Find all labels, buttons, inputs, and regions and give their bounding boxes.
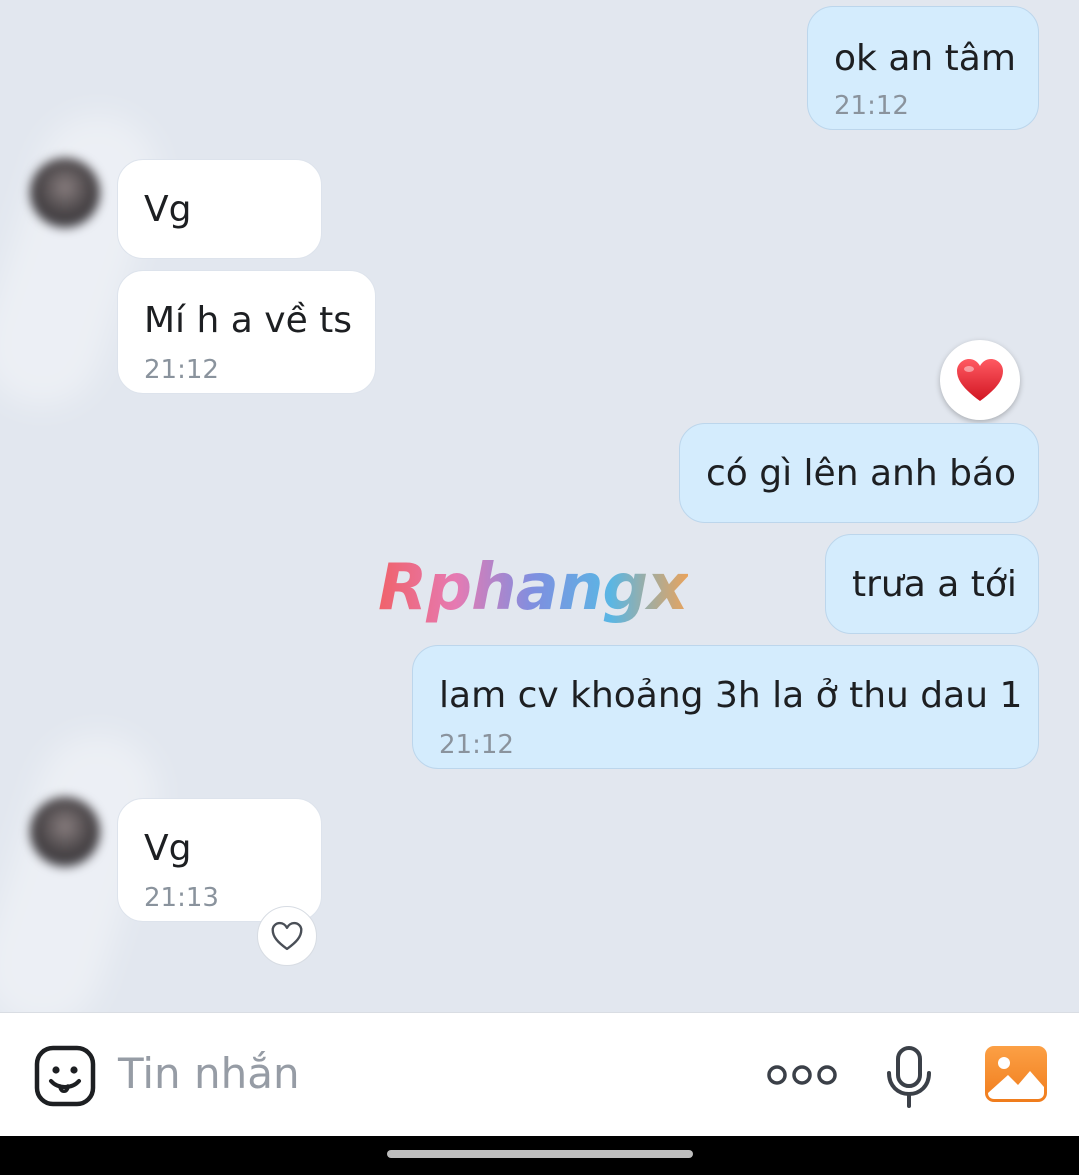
contact-avatar[interactable]	[30, 797, 100, 867]
system-navigation-bar	[0, 1136, 1079, 1175]
message-outgoing[interactable]: ok an tâm 21:12	[807, 6, 1039, 130]
message-outgoing[interactable]: lam cv khoảng 3h la ở thu dau 1 21:12	[412, 645, 1039, 769]
image-icon[interactable]	[984, 1045, 1048, 1103]
chat-area[interactable]: ok an tâm 21:12 Vg Mí h a về ts 21:12 có…	[0, 0, 1079, 1012]
contact-avatar[interactable]	[30, 158, 100, 228]
message-text: lam cv khoảng 3h la ở thu dau 1	[439, 675, 1023, 716]
message-incoming[interactable]: Vg	[117, 159, 322, 259]
message-text: ok an tâm	[834, 38, 1016, 79]
heart-outline-icon	[271, 921, 303, 951]
message-text: Mí h a về ts	[144, 300, 353, 341]
message-outgoing[interactable]: trưa a tới	[825, 534, 1039, 634]
message-time: 21:13	[144, 883, 219, 913]
sticker-icon[interactable]	[34, 1045, 96, 1107]
message-text: có gì lên anh báo	[706, 453, 1017, 494]
message-incoming[interactable]: Vg 21:13	[117, 798, 322, 922]
microphone-icon[interactable]	[884, 1045, 934, 1109]
watermark-logo: Rphangx	[378, 548, 688, 628]
react-button[interactable]	[257, 906, 317, 966]
message-composer: Tin nhắn	[0, 1012, 1079, 1136]
heart-filled-icon	[957, 359, 1003, 401]
heart-reaction[interactable]	[940, 340, 1020, 420]
message-time: 21:12	[834, 91, 909, 121]
message-outgoing[interactable]: có gì lên anh báo	[679, 423, 1039, 523]
message-incoming[interactable]: Mí h a về ts 21:12	[117, 270, 376, 394]
message-time: 21:12	[144, 355, 219, 385]
message-text: Vg	[144, 828, 192, 869]
message-time: 21:12	[439, 730, 514, 760]
message-text: trưa a tới	[852, 564, 1017, 605]
message-input[interactable]: Tin nhắn	[118, 1049, 300, 1099]
more-icon[interactable]	[767, 1063, 837, 1087]
message-text: Vg	[144, 189, 192, 230]
home-gesture-handle[interactable]	[387, 1150, 693, 1158]
